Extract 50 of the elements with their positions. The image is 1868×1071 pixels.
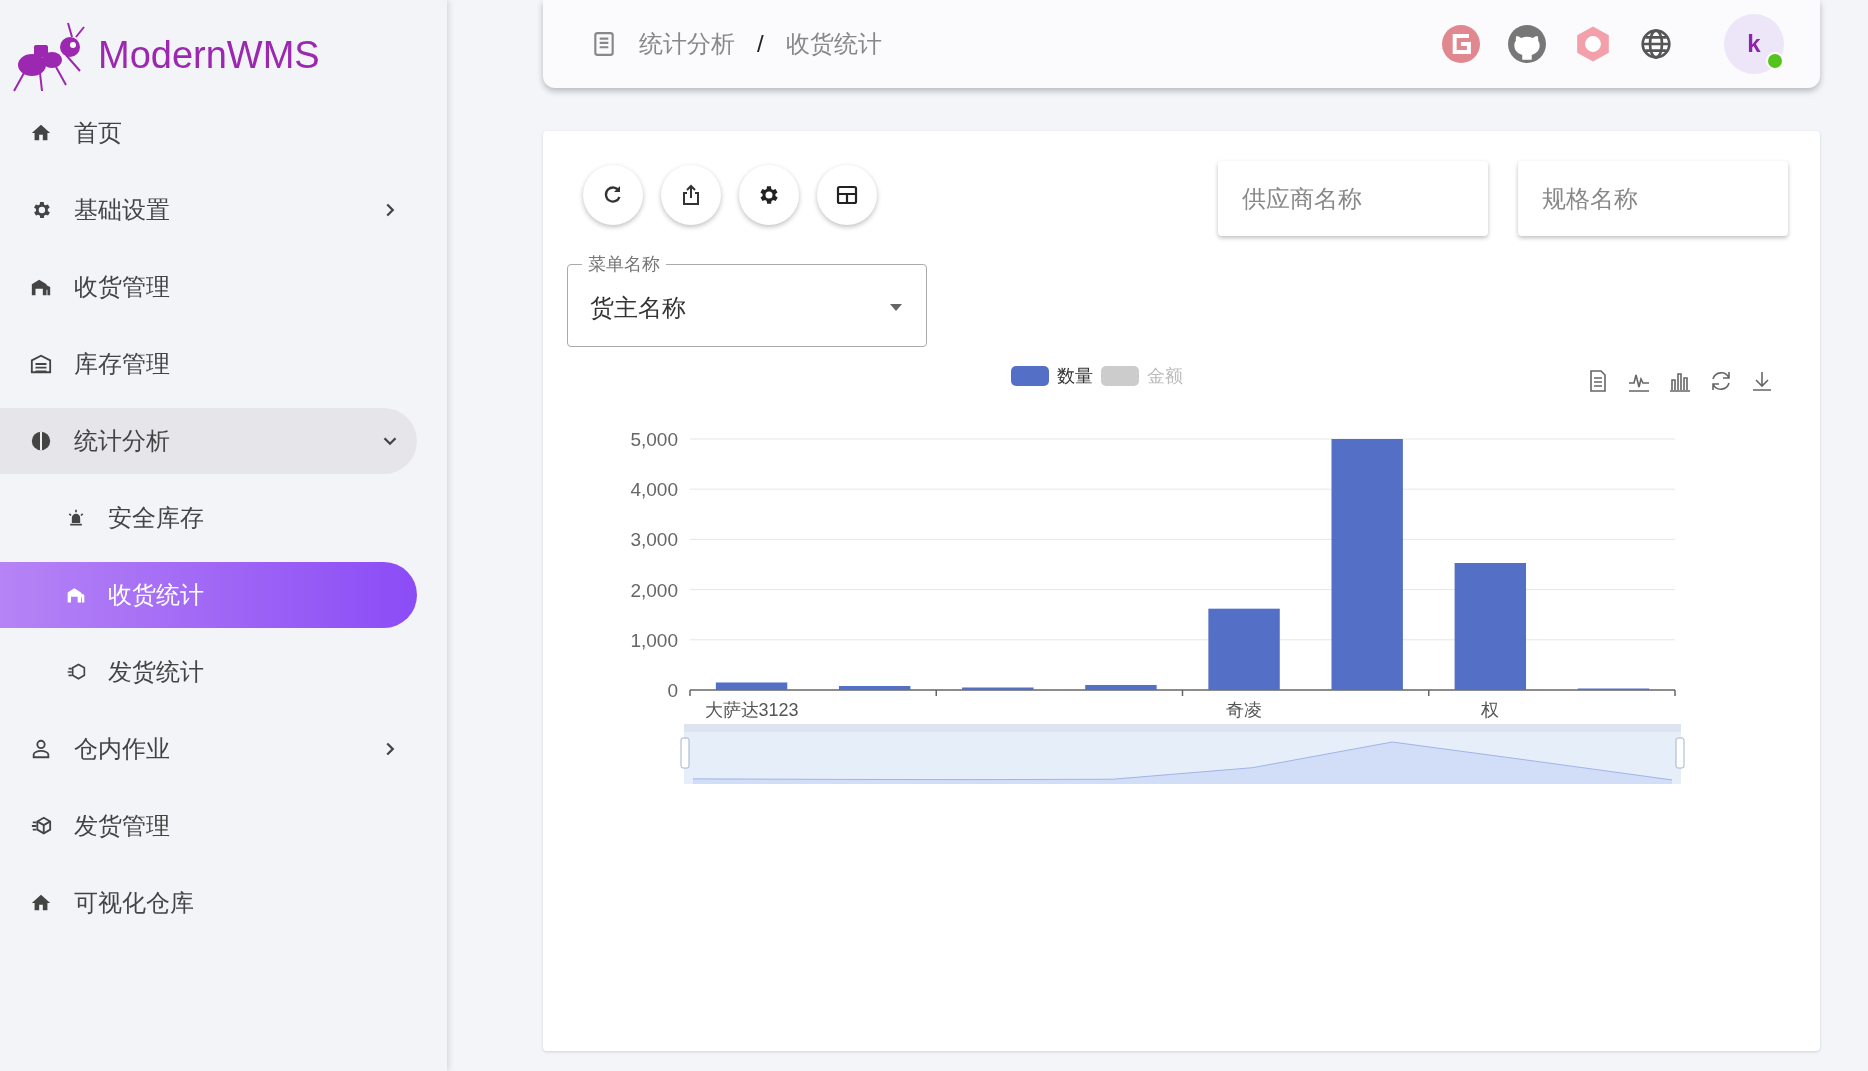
dropdown-caret-icon — [888, 303, 904, 313]
sidebar-subitem[interactable]: 发货统计 — [0, 639, 417, 705]
sidebar-item[interactable]: 收货管理 — [0, 254, 417, 320]
warehouse-icon — [66, 585, 86, 605]
box-icon — [30, 815, 52, 837]
refresh-button[interactable] — [583, 165, 643, 225]
bar[interactable] — [715, 682, 788, 690]
globe-icon[interactable] — [1640, 28, 1672, 60]
legend-item[interactable]: 数量 — [1010, 364, 1093, 388]
circle-logo-icon[interactable] — [1442, 25, 1480, 63]
supplier-name-field[interactable]: 供应商名称 — [1218, 161, 1488, 236]
bar[interactable] — [962, 687, 1034, 690]
sidebar-item[interactable]: 首页 — [0, 100, 417, 166]
pie-chart-icon — [30, 430, 52, 452]
breadcrumb-separator: / — [757, 30, 764, 58]
sidebar-subitem[interactable]: 安全库存 — [0, 485, 417, 551]
person-icon — [30, 738, 52, 760]
brand-name: ModernWMS — [98, 33, 320, 77]
x-axis-label: 奇凌 — [1226, 700, 1263, 720]
siren-icon — [66, 508, 86, 528]
x-axis-label: 大萨达3123 — [704, 700, 799, 720]
y-axis-label: 1,000 — [630, 629, 678, 651]
sidebar-item[interactable]: 统计分析 — [0, 408, 417, 474]
bar[interactable] — [1208, 608, 1280, 690]
share-button[interactable] — [661, 165, 721, 225]
box-icon — [66, 662, 86, 682]
y-axis-label: 2,000 — [630, 579, 678, 601]
spec-name-field[interactable]: 规格名称 — [1518, 161, 1788, 236]
y-axis-label: 3,000 — [630, 529, 678, 551]
table-icon — [835, 183, 859, 207]
y-axis-label: 5,000 — [630, 429, 678, 450]
table-button[interactable] — [817, 165, 877, 225]
sidebar-item[interactable]: 基础设置 — [0, 177, 417, 243]
sidebar-item[interactable]: 库存管理 — [0, 331, 417, 397]
y-axis-label: 4,000 — [630, 479, 678, 501]
building-icon — [30, 353, 52, 375]
hexagon-logo-icon[interactable] — [1574, 25, 1612, 63]
document-icon — [591, 31, 617, 57]
restore-icon[interactable] — [1709, 369, 1733, 393]
download-icon[interactable] — [1750, 369, 1774, 393]
y-axis-label: 0 — [667, 680, 678, 701]
sidebar-item[interactable]: 可视化仓库 — [0, 870, 417, 936]
menu-select[interactable]: 菜单名称 货主名称 — [567, 252, 927, 347]
data-zoom-slider[interactable] — [680, 724, 1685, 784]
sidebar-item[interactable]: 发货管理 — [0, 793, 417, 859]
cat-logo-icon[interactable] — [1508, 25, 1546, 63]
x-axis-label: 权 — [1481, 700, 1500, 720]
user-avatar[interactable]: k — [1724, 14, 1784, 74]
settings-button[interactable] — [739, 165, 799, 225]
sidebar-item[interactable]: 仓内作业 — [0, 716, 417, 782]
